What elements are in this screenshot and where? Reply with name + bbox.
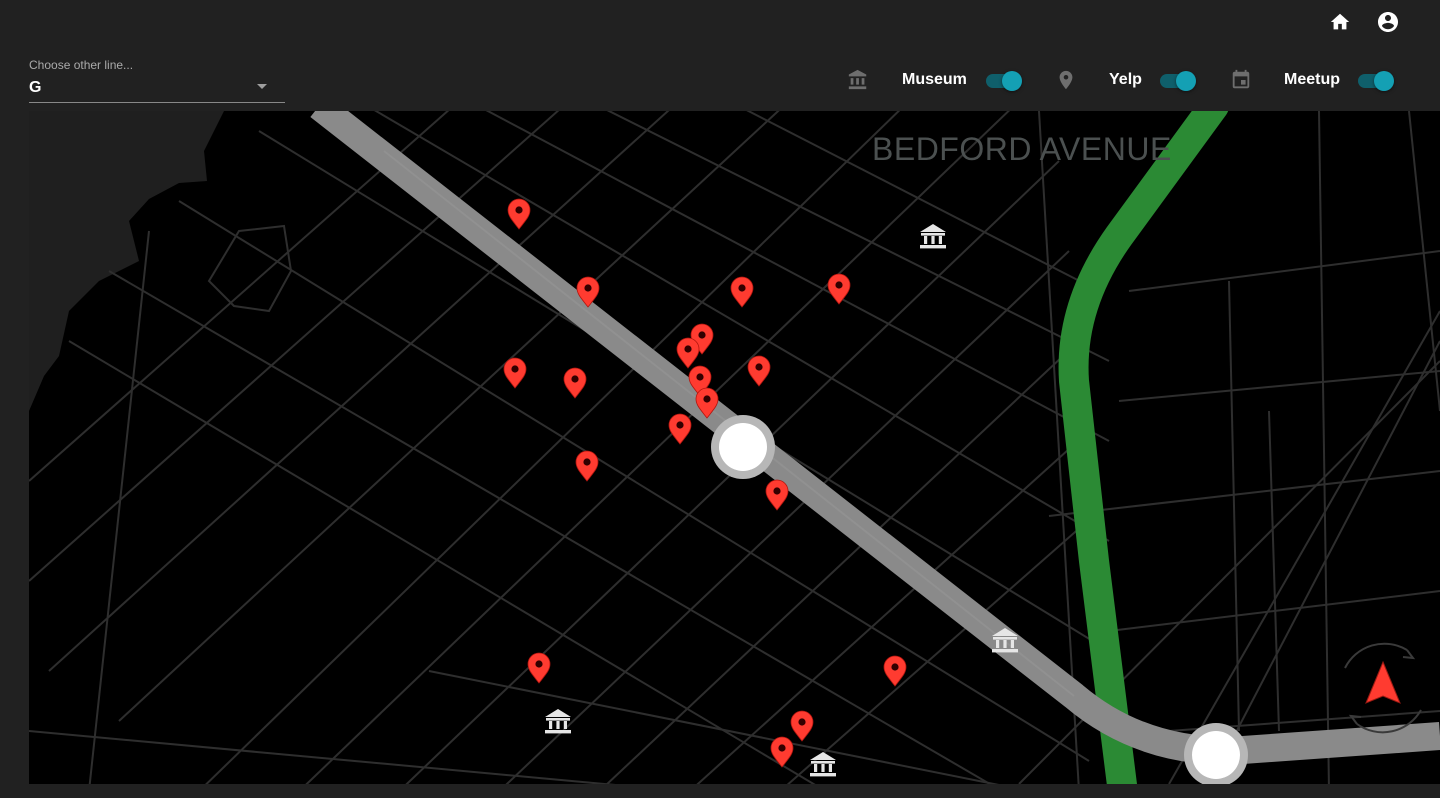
meetup-toggle[interactable] (1358, 70, 1394, 91)
yelp-marker (575, 450, 599, 482)
yelp-marker (503, 357, 527, 389)
map-view[interactable]: BEDFORD AVENUE (29, 111, 1440, 784)
station-bedford-av (1184, 723, 1248, 784)
top-bar: Choose other line... G Museum Yelp Meetu… (0, 0, 1440, 111)
museum-marker (920, 224, 946, 249)
line-select-value: G (29, 79, 42, 96)
yelp-marker (827, 273, 851, 305)
filter-museum-label: Museum (902, 71, 967, 88)
chevron-down-icon (257, 84, 267, 89)
map-canvas[interactable] (29, 111, 1440, 784)
yelp-marker (527, 652, 551, 684)
compass-navigation-icon[interactable] (1344, 642, 1422, 734)
yelp-marker (563, 367, 587, 399)
yelp-marker (676, 337, 700, 369)
line-select-label: Choose other line... (29, 58, 134, 72)
station-metropolitan-av (711, 415, 775, 479)
yelp-marker (730, 276, 754, 308)
account-circle-icon[interactable] (1376, 10, 1400, 34)
yelp-marker (747, 355, 771, 387)
yelp-marker (790, 710, 814, 742)
yelp-toggle[interactable] (1160, 70, 1196, 91)
yelp-marker (507, 198, 531, 230)
calendar-icon (1229, 68, 1253, 92)
filter-museum: Museum (846, 66, 1022, 94)
land-mass (29, 111, 224, 411)
museum-marker (810, 752, 836, 777)
location-pin-icon (1054, 68, 1078, 92)
l-line (1058, 111, 1229, 784)
top-icons (1328, 10, 1400, 34)
filter-meetup-label: Meetup (1284, 71, 1340, 88)
filter-yelp-label: Yelp (1109, 71, 1142, 88)
filter-meetup: Meetup (1229, 66, 1394, 94)
meetup-marker (765, 479, 789, 511)
yelp-marker (668, 413, 692, 445)
station-label: BEDFORD AVENUE (872, 131, 1172, 167)
bottom-strip (0, 784, 1440, 798)
museum-icon (846, 68, 870, 92)
line-select[interactable]: Choose other line... G (29, 57, 285, 103)
home-icon[interactable] (1328, 10, 1352, 34)
yelp-marker (883, 655, 907, 687)
museum-toggle[interactable] (986, 70, 1022, 91)
museum-marker (545, 709, 571, 734)
yelp-marker (770, 736, 794, 768)
filter-yelp: Yelp (1054, 66, 1196, 94)
